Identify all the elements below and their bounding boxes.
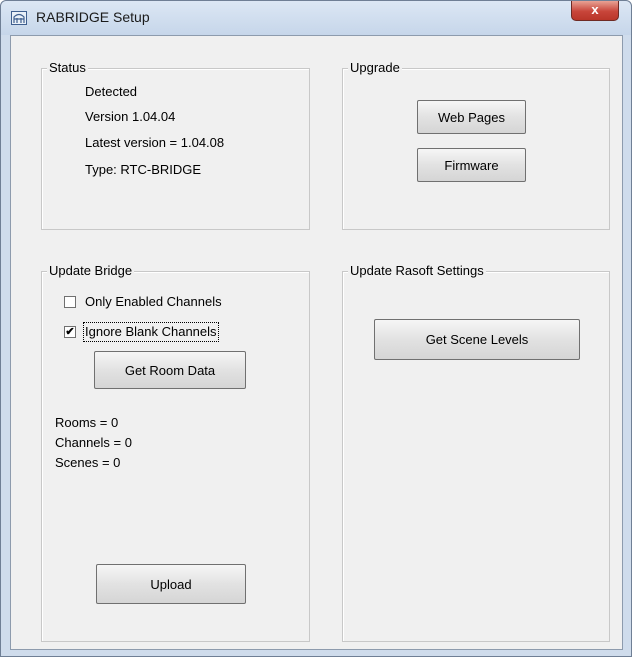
update-rasoft-group-label: Update Rasoft Settings xyxy=(348,263,486,279)
only-enabled-label[interactable]: Only Enabled Channels xyxy=(85,294,222,310)
get-room-data-button[interactable]: Get Room Data xyxy=(94,351,246,389)
update-bridge-group-label: Update Bridge xyxy=(47,263,135,279)
ignore-blank-label[interactable]: Ignore Blank Channels xyxy=(83,322,219,342)
title-bar[interactable]: RABRIDGE Setup x xyxy=(1,1,631,35)
update-rasoft-group: Update Rasoft Settings Get Scene Levels xyxy=(342,263,610,642)
app-icon[interactable] xyxy=(11,11,27,25)
only-enabled-checkbox[interactable] xyxy=(64,296,76,308)
status-latest-version: Latest version = 1.04.08 xyxy=(85,135,225,150)
upload-button[interactable]: Upload xyxy=(96,564,246,604)
upgrade-group: Upgrade Web Pages Firmware xyxy=(342,60,610,230)
status-type: Type: RTC-BRIDGE xyxy=(85,162,202,177)
scenes-count: Scenes = 0 xyxy=(55,455,121,470)
rooms-count: Rooms = 0 xyxy=(55,415,119,430)
web-pages-button[interactable]: Web Pages xyxy=(417,100,526,134)
status-group-label: Status xyxy=(47,60,88,76)
get-scene-levels-button[interactable]: Get Scene Levels xyxy=(374,319,580,360)
ignore-blank-checkbox[interactable]: ✔ xyxy=(64,326,76,338)
close-icon[interactable]: x xyxy=(571,1,619,21)
client-area: Status Detected Version 1.04.04 Latest v… xyxy=(10,35,623,650)
window-title: RABRIDGE Setup xyxy=(36,9,150,25)
setup-window: RABRIDGE Setup x Status Detected Version… xyxy=(0,0,632,657)
firmware-button[interactable]: Firmware xyxy=(417,148,526,182)
status-group: Status Detected Version 1.04.04 Latest v… xyxy=(41,60,310,230)
status-detected: Detected xyxy=(85,84,138,99)
update-bridge-group: Update Bridge Only Enabled Channels ✔ Ig… xyxy=(41,263,310,642)
upgrade-group-label: Upgrade xyxy=(348,60,402,76)
status-version: Version 1.04.04 xyxy=(85,109,176,124)
channels-count: Channels = 0 xyxy=(55,435,132,450)
